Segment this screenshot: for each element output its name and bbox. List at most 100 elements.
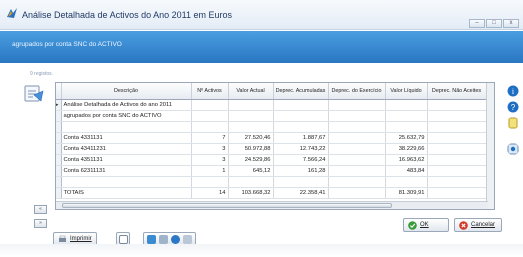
table-cell <box>273 110 329 122</box>
column-header[interactable]: Nº Activos <box>191 83 229 100</box>
table-cell: Conta 4331131 <box>61 132 192 144</box>
table-cell <box>328 165 386 177</box>
table-cell <box>328 110 386 122</box>
table-cell: 38.229,66 <box>385 143 428 155</box>
table-row[interactable] <box>56 121 487 133</box>
table-cell: 7.566,24 <box>273 154 329 166</box>
column-header[interactable]: Deprec. Acumuladas <box>273 83 329 100</box>
table-cell: 22.358,41 <box>273 187 329 199</box>
table-cell <box>328 154 386 166</box>
table-cell <box>273 121 329 133</box>
table-cell: 483,84 <box>385 165 428 177</box>
table-row[interactable]: ▸ Análise Detalhada de Activos do ano 20… <box>56 99 487 111</box>
current-row-icon: ▸ <box>56 101 59 108</box>
table-cell <box>385 110 428 122</box>
table-cell <box>427 187 487 199</box>
table-row[interactable]: Conta 4331131 7 27.520,46 1.887,67 25.63… <box>56 132 487 144</box>
table-header: Descrição Nº Activos Valor Actual Deprec… <box>56 83 487 100</box>
cancel-icon <box>459 220 468 230</box>
collapse-up-button[interactable]: « <box>34 205 47 214</box>
close-button[interactable]: x <box>503 19 519 28</box>
table-cell: 50.972,88 <box>228 143 274 155</box>
table-cell: agrupados por conta SNC do ACTIVO <box>61 110 192 122</box>
email-icon[interactable] <box>183 234 192 244</box>
table-cell <box>191 110 229 122</box>
maximize-button[interactable]: □ <box>486 19 502 28</box>
table-cell <box>385 121 428 133</box>
table-row[interactable]: agrupados por conta SNC do ACTIVO <box>56 110 487 122</box>
report-icon <box>24 85 44 102</box>
table-row[interactable] <box>56 176 487 188</box>
horizontal-scroll-thumb[interactable] <box>62 203 392 208</box>
table-cell: Análise Detalhada de Activos do ano 2011 <box>61 99 192 111</box>
table-cell <box>385 176 428 188</box>
notes-icon[interactable] <box>507 117 519 129</box>
info-icon[interactable]: i <box>507 85 519 97</box>
table-cell <box>273 99 329 111</box>
header-banner: agrupados por conta SNC do ACTIVO <box>0 31 523 63</box>
table-cell <box>191 99 229 111</box>
table-cell <box>328 132 386 144</box>
banner-subtitle: agrupados por conta SNC do ACTIVO <box>12 41 122 48</box>
table-cell: 27.520,46 <box>228 132 274 144</box>
minimize-button[interactable]: – <box>469 19 485 28</box>
settings-icon[interactable] <box>507 143 519 155</box>
table-cell: 1.887,67 <box>273 132 329 144</box>
table-cell <box>427 132 487 144</box>
table-cell <box>385 99 428 111</box>
table-cell: 25.632,79 <box>385 132 428 144</box>
table-cell: Conta 62311131 <box>61 165 192 177</box>
excel-icon[interactable] <box>147 234 156 244</box>
ok-label: OK <box>420 222 429 228</box>
table-cell <box>427 110 487 122</box>
table-cell <box>427 143 487 155</box>
title-bar: Análise Detalhada de Activos do Ano 2011… <box>0 0 523 30</box>
table-cell: 103.668,32 <box>228 187 274 199</box>
column-header[interactable]: Valor Líquido <box>385 83 428 100</box>
table-cell <box>427 154 487 166</box>
table-cell: 16.963,62 <box>385 154 428 166</box>
print-label: Imprimir <box>70 236 92 242</box>
vertical-scrollbar[interactable] <box>486 83 494 209</box>
column-header[interactable]: Descrição <box>61 83 192 100</box>
ok-button[interactable]: OK <box>403 218 449 232</box>
table-cell: 3 <box>191 143 229 155</box>
table-cell <box>328 143 386 155</box>
table-cell <box>228 110 274 122</box>
cancel-button[interactable]: Cancelar <box>454 218 502 232</box>
table-cell <box>328 121 386 133</box>
table-cell: Conta 4351131 <box>61 154 192 166</box>
word-icon[interactable] <box>159 234 168 244</box>
column-header[interactable]: Valor Actual <box>228 83 274 100</box>
table-cell <box>328 99 386 111</box>
svg-text:?: ? <box>511 103 516 112</box>
help-icon[interactable]: ? <box>507 101 519 113</box>
table-cell: 24.529,86 <box>228 154 274 166</box>
table-cell: 645,12 <box>228 165 274 177</box>
table-cell <box>191 176 229 188</box>
table-cell: 1 <box>191 165 229 177</box>
window-reflection <box>0 244 523 257</box>
record-count: 9 registos. <box>30 71 54 77</box>
globe-icon[interactable] <box>171 234 180 244</box>
cancel-label: Cancelar <box>471 222 496 228</box>
table-row[interactable]: Conta 43411231 3 50.972,88 12.743,22 38.… <box>56 143 487 155</box>
table-cell <box>427 165 487 177</box>
column-header[interactable]: Deprec. Não Aceites <box>427 83 487 100</box>
right-toolbar: i ? <box>507 85 519 155</box>
printer-icon <box>59 235 66 242</box>
window-controls: – □ x <box>469 19 519 28</box>
table-cell: 161,28 <box>273 165 329 177</box>
table-row[interactable]: Conta 62311131 1 645,12 161,28 483,84 <box>56 165 487 177</box>
table-cell: 81.309,91 <box>385 187 428 199</box>
collapse-down-button[interactable]: » <box>34 219 47 228</box>
table-cell <box>427 99 487 111</box>
table-cell <box>191 121 229 133</box>
table-row[interactable]: Conta 4351131 3 24.529,86 7.566,24 16.96… <box>56 154 487 166</box>
assets-table[interactable]: Descrição Nº Activos Valor Actual Deprec… <box>55 82 495 210</box>
horizontal-scrollbar[interactable] <box>56 201 488 209</box>
table-cell <box>61 176 192 188</box>
table-row-totals[interactable]: TOTAIS 14 103.668,32 22.358,41 81.309,91 <box>56 187 487 199</box>
column-header[interactable]: Deprec. do Exercício <box>328 83 386 100</box>
preview-icon <box>119 234 128 244</box>
